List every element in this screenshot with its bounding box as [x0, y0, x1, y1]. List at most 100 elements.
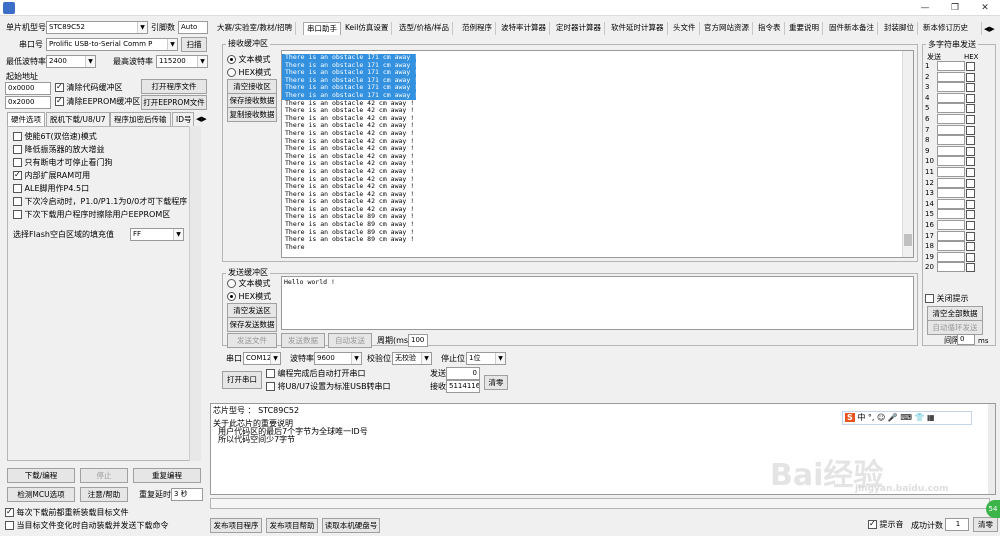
multi-row-number[interactable]: 17 [925, 231, 935, 241]
option-checkbox[interactable] [13, 132, 22, 141]
tab-keil[interactable]: Keil仿真设置 [342, 22, 393, 35]
multi-send-input[interactable] [937, 113, 965, 124]
tab-package[interactable]: 封装脚位 [881, 22, 918, 35]
tab-header-file[interactable]: 头文件 [670, 22, 700, 35]
serial-port-select[interactable]: COM12 ▼ [243, 352, 281, 365]
auto-loop-button[interactable]: 自动循环发送 [927, 320, 983, 335]
multi-row-number[interactable]: 15 [925, 209, 935, 219]
multi-send-input[interactable] [937, 219, 965, 230]
multi-hex-checkbox[interactable] [966, 167, 975, 177]
auto-open-checkbox[interactable] [266, 369, 275, 378]
open-eeprom-button[interactable]: 打开EEPROM文件 [141, 95, 207, 110]
read-disk-button[interactable]: 读取本机硬盘号 [322, 518, 380, 533]
multi-send-input[interactable] [937, 61, 965, 71]
multi-row-number[interactable]: 19 [925, 252, 935, 262]
receive-text-area[interactable]: There is an obstacle 171 cm away ! There … [281, 50, 914, 258]
multi-hex-checkbox[interactable] [966, 157, 975, 167]
pins-select[interactable]: Auto [178, 21, 208, 34]
beep-checkbox[interactable] [868, 518, 877, 530]
clear-receive-button[interactable]: 清空接收区 [227, 79, 277, 94]
multi-row-number[interactable]: 18 [925, 241, 935, 251]
fill-select[interactable]: FF ▼ [130, 228, 184, 241]
tab-scroll-arrows[interactable]: ◀▶ [984, 23, 995, 35]
multi-row-number[interactable]: 6 [925, 114, 935, 124]
clear-count-button[interactable]: 清零 [484, 375, 508, 390]
detect-mcu-button[interactable]: 检测MCU选项 [7, 487, 75, 502]
multi-row-number[interactable]: 1 [925, 61, 935, 71]
publish-help-button[interactable]: 发布项目帮助 [266, 518, 318, 533]
multi-row-number[interactable]: 2 [925, 72, 935, 82]
tab-offline[interactable]: 脱机下载/U8/U7 [46, 112, 110, 126]
addr1-input[interactable]: 0x0000 [5, 82, 51, 95]
send-text-area[interactable]: Hello world ! [281, 276, 914, 330]
multi-send-input[interactable] [937, 166, 965, 177]
multi-send-input[interactable] [937, 92, 965, 103]
auto-send-button[interactable]: 自动发送 [328, 333, 372, 348]
stop-bits-select[interactable]: 1位 ▼ [466, 352, 506, 365]
multi-hex-checkbox[interactable] [966, 210, 975, 220]
multi-row-number[interactable]: 5 [925, 103, 935, 113]
multi-hex-checkbox[interactable] [966, 83, 975, 93]
tab-timer-calc[interactable]: 定时器计算器 [553, 22, 605, 35]
maximize-button[interactable]: ❐ [940, 0, 970, 16]
clear-send-button[interactable]: 清空发送区 [227, 303, 277, 318]
multi-send-input[interactable] [937, 209, 965, 220]
parity-select[interactable]: 无校验 ▼ [392, 352, 432, 365]
multi-row-number[interactable]: 3 [925, 82, 935, 92]
send-hex-mode-radio[interactable] [227, 292, 236, 301]
multi-send-input[interactable] [937, 262, 965, 273]
options-scrollbar[interactable] [189, 126, 201, 461]
tab-firmware[interactable]: 固件新本备注 [826, 22, 878, 35]
tab-hardware[interactable]: 硬件选项 [7, 112, 45, 126]
tab-scroll-arrows[interactable]: ◀▶ [196, 113, 207, 125]
multi-hex-checkbox[interactable] [966, 252, 975, 262]
multi-send-input[interactable] [937, 82, 965, 93]
multi-hex-checkbox[interactable] [966, 231, 975, 241]
publish-project-button[interactable]: 发布项目程序 [210, 518, 262, 533]
autoload-checkbox[interactable] [5, 521, 14, 530]
close-button[interactable]: ✕ [970, 0, 1000, 16]
tab-contest[interactable]: 大赛/实验室/教材/招聘 [214, 22, 297, 35]
option-checkbox[interactable] [13, 169, 22, 181]
tab-selection[interactable]: 选型/价格/样品 [396, 22, 454, 35]
max-baud-select[interactable]: 115200 ▼ [156, 55, 208, 68]
save-receive-button[interactable]: 保存接收数据 [227, 93, 277, 108]
tab-website[interactable]: 官方网站资源 [701, 22, 753, 35]
speed-ball-icon[interactable]: 54 [986, 500, 1000, 518]
multi-hex-checkbox[interactable] [966, 263, 975, 273]
multi-hex-checkbox[interactable] [966, 114, 975, 124]
multi-send-input[interactable] [937, 103, 965, 114]
clear-code-checkbox[interactable] [55, 81, 64, 93]
tab-encrypt[interactable]: 程序加密后传输 [110, 112, 171, 126]
multi-send-input[interactable] [937, 135, 965, 146]
scrollbar-thumb[interactable] [904, 234, 912, 246]
multi-row-number[interactable]: 14 [925, 199, 935, 209]
recv-hex-mode-radio[interactable] [227, 68, 236, 77]
tab-examples[interactable]: 范例程序 [459, 22, 496, 35]
help-button[interactable]: 注意/帮助 [80, 487, 128, 502]
stop-button[interactable]: 停止 [80, 468, 128, 483]
mcu-select[interactable]: STC89C52 ▼ [46, 21, 148, 34]
multi-send-input[interactable] [937, 230, 965, 241]
multi-hex-checkbox[interactable] [966, 178, 975, 188]
multi-hex-checkbox[interactable] [966, 93, 975, 103]
send-text-mode-radio[interactable] [227, 279, 236, 288]
set-usb-checkbox[interactable] [266, 382, 275, 391]
multi-row-number[interactable]: 11 [925, 167, 935, 177]
multi-row-number[interactable]: 8 [925, 135, 935, 145]
tab-serial-assistant[interactable]: 串口助手 [303, 22, 341, 35]
option-checkbox[interactable] [13, 197, 22, 206]
multi-row-number[interactable]: 4 [925, 93, 935, 103]
multi-hex-checkbox[interactable] [966, 146, 975, 156]
multi-send-input[interactable] [937, 124, 965, 135]
option-checkbox[interactable] [13, 158, 22, 167]
option-checkbox[interactable] [13, 145, 22, 154]
multi-send-input[interactable] [937, 241, 965, 252]
period-input[interactable]: 100 [408, 334, 428, 347]
save-send-button[interactable]: 保存发送数据 [227, 317, 277, 332]
tab-history[interactable]: 新本修订历史 [920, 22, 982, 35]
recv-text-mode-radio[interactable] [227, 55, 236, 64]
multi-send-input[interactable] [937, 251, 965, 262]
option-checkbox[interactable] [13, 184, 22, 193]
clear-all-button[interactable]: 清空全部数据 [927, 306, 983, 321]
